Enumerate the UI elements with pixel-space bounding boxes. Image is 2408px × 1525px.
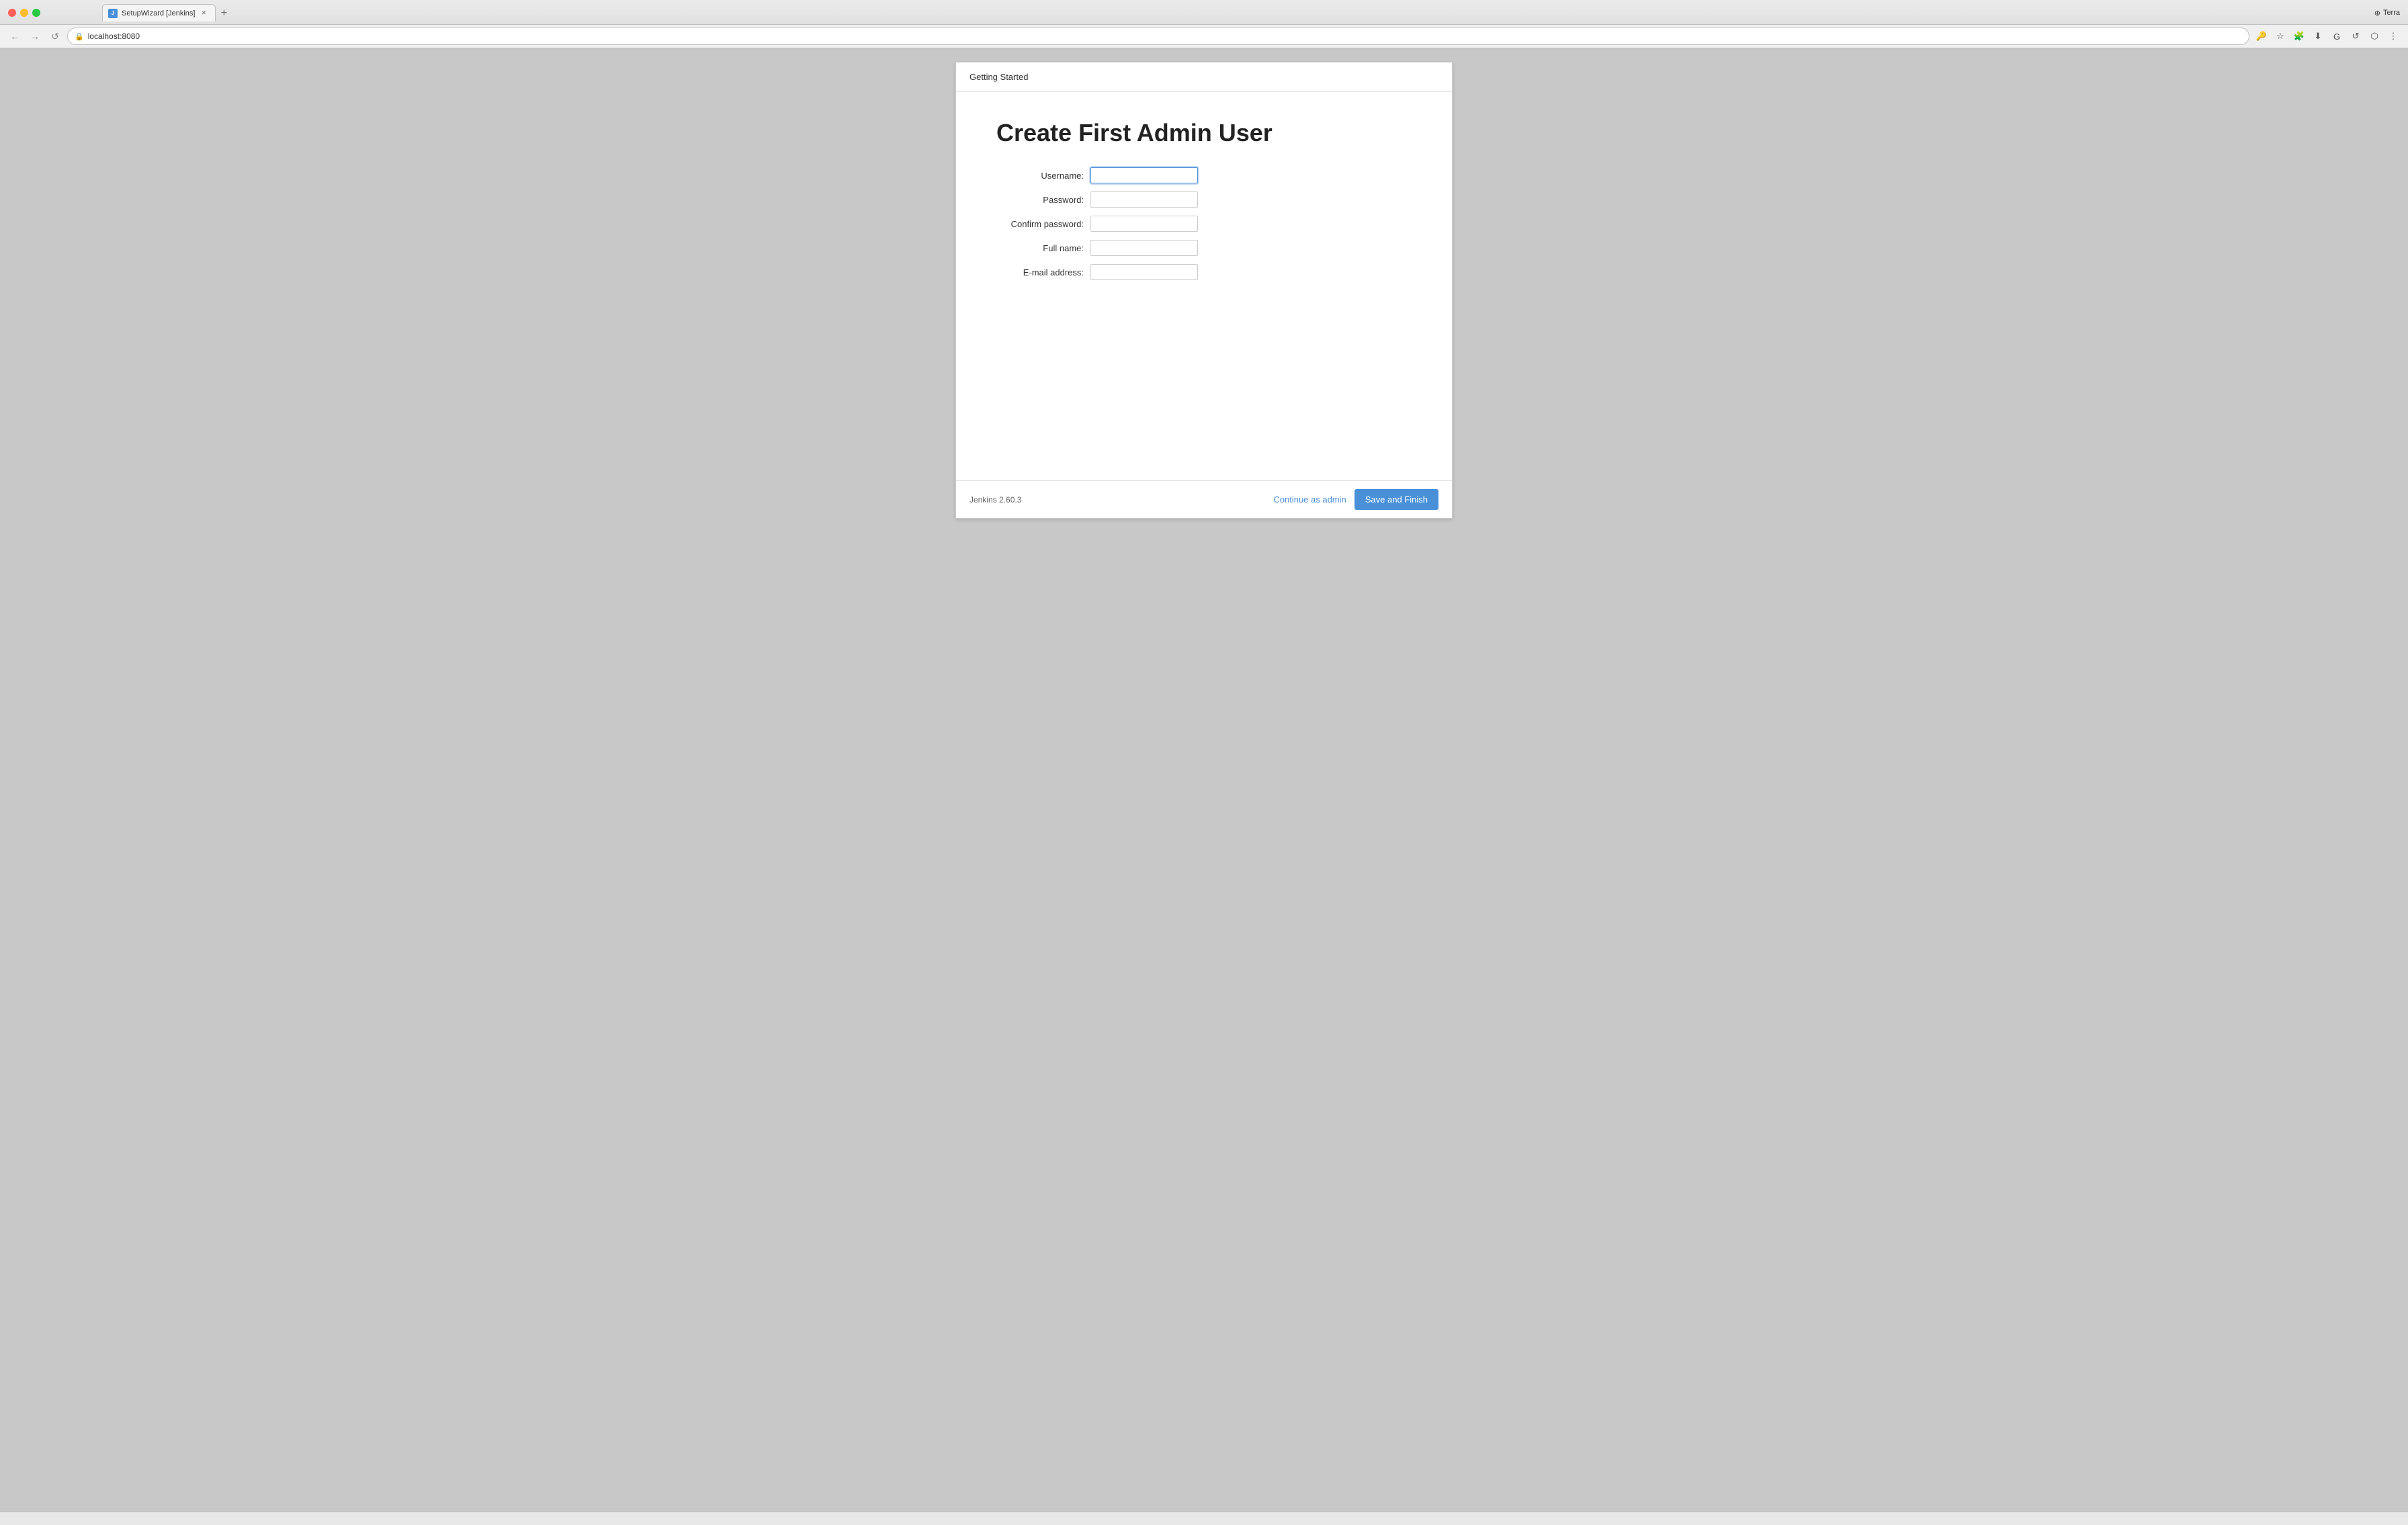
browser-toolbar: ← → ↺ 🔒 localhost:8080 🔑 ☆ 🧩 ⬇ G ↺ ⬡ ⋮: [0, 24, 2408, 48]
username-field-group: Username:: [996, 167, 1412, 183]
new-tab-button[interactable]: +: [216, 5, 232, 21]
email-input[interactable]: [1090, 264, 1198, 280]
traffic-lights: [8, 9, 40, 17]
maximize-button[interactable]: [32, 9, 40, 17]
password-input[interactable]: [1090, 191, 1198, 208]
fullname-label: Full name:: [996, 243, 1090, 253]
browser-status-bar: [0, 1512, 2408, 1525]
fullname-field-group: Full name:: [996, 240, 1412, 256]
translate-icon[interactable]: G: [2329, 28, 2345, 44]
extensions-icon[interactable]: 🧩: [2291, 28, 2307, 44]
forward-icon: →: [30, 31, 40, 42]
admin-user-form: Username: Password: Confirm password: Fu…: [996, 167, 1412, 280]
username-input[interactable]: [1090, 167, 1198, 183]
terra-icon: ⊕: [2374, 9, 2380, 17]
reload-button[interactable]: ↺: [47, 28, 63, 44]
tab-favicon-icon: J: [108, 9, 118, 18]
star-icon[interactable]: ☆: [2272, 28, 2288, 44]
panel-header: Getting Started: [956, 62, 1452, 92]
continue-as-admin-button[interactable]: Continue as admin: [1273, 494, 1346, 505]
tab-title: SetupWizard [Jenkins]: [122, 9, 195, 17]
close-button[interactable]: [8, 9, 16, 17]
password-label: Password:: [996, 195, 1090, 205]
toolbar-actions: 🔑 ☆ 🧩 ⬇ G ↺ ⬡ ⋮: [2253, 28, 2401, 44]
email-field-group: E-mail address:: [996, 264, 1412, 280]
key-icon[interactable]: 🔑: [2253, 28, 2270, 44]
title-bar: J SetupWizard [Jenkins] ✕ + ⊕ Terra: [0, 0, 2408, 24]
footer-actions: Continue as admin Save and Finish: [1273, 489, 1438, 510]
back-icon: ←: [10, 31, 19, 42]
terra-brand: ⊕ Terra: [2374, 9, 2400, 17]
confirm-password-field-group: Confirm password:: [996, 216, 1412, 232]
back-button[interactable]: ←: [7, 28, 23, 44]
fullname-input[interactable]: [1090, 240, 1198, 256]
minimize-button[interactable]: [20, 9, 28, 17]
email-label: E-mail address:: [996, 267, 1090, 277]
setup-panel: Getting Started Create First Admin User …: [955, 62, 1453, 519]
browser-chrome: J SetupWizard [Jenkins] ✕ + ⊕ Terra ← → …: [0, 0, 2408, 48]
forward-button[interactable]: →: [27, 28, 43, 44]
tab-bar: J SetupWizard [Jenkins] ✕ +: [48, 4, 2366, 21]
confirm-password-input[interactable]: [1090, 216, 1198, 232]
reload-icon: ↺: [51, 31, 59, 42]
save-and-finish-button[interactable]: Save and Finish: [1354, 489, 1438, 510]
tab-close-icon[interactable]: ✕: [199, 9, 208, 18]
history-icon[interactable]: ↺: [2348, 28, 2364, 44]
terra-label: Terra: [2383, 9, 2400, 17]
address-bar[interactable]: 🔒 localhost:8080: [67, 28, 2249, 45]
wizard-title: Create First Admin User: [996, 119, 1412, 147]
cast-icon[interactable]: ⬡: [2366, 28, 2382, 44]
confirm-password-label: Confirm password:: [996, 219, 1090, 229]
password-field-group: Password:: [996, 191, 1412, 208]
menu-icon[interactable]: ⋮: [2385, 28, 2401, 44]
jenkins-version: Jenkins 2.60.3: [970, 495, 1021, 505]
panel-body: Create First Admin User Username: Passwo…: [956, 92, 1452, 480]
lock-icon: 🔒: [75, 32, 84, 41]
url-text: localhost:8080: [88, 32, 140, 41]
username-label: Username:: [996, 171, 1090, 181]
browser-content: Getting Started Create First Admin User …: [0, 48, 2408, 1512]
panel-header-title: Getting Started: [970, 72, 1028, 82]
panel-footer: Jenkins 2.60.3 Continue as admin Save an…: [956, 480, 1452, 518]
download-icon[interactable]: ⬇: [2310, 28, 2326, 44]
browser-tab[interactable]: J SetupWizard [Jenkins] ✕: [102, 4, 216, 21]
